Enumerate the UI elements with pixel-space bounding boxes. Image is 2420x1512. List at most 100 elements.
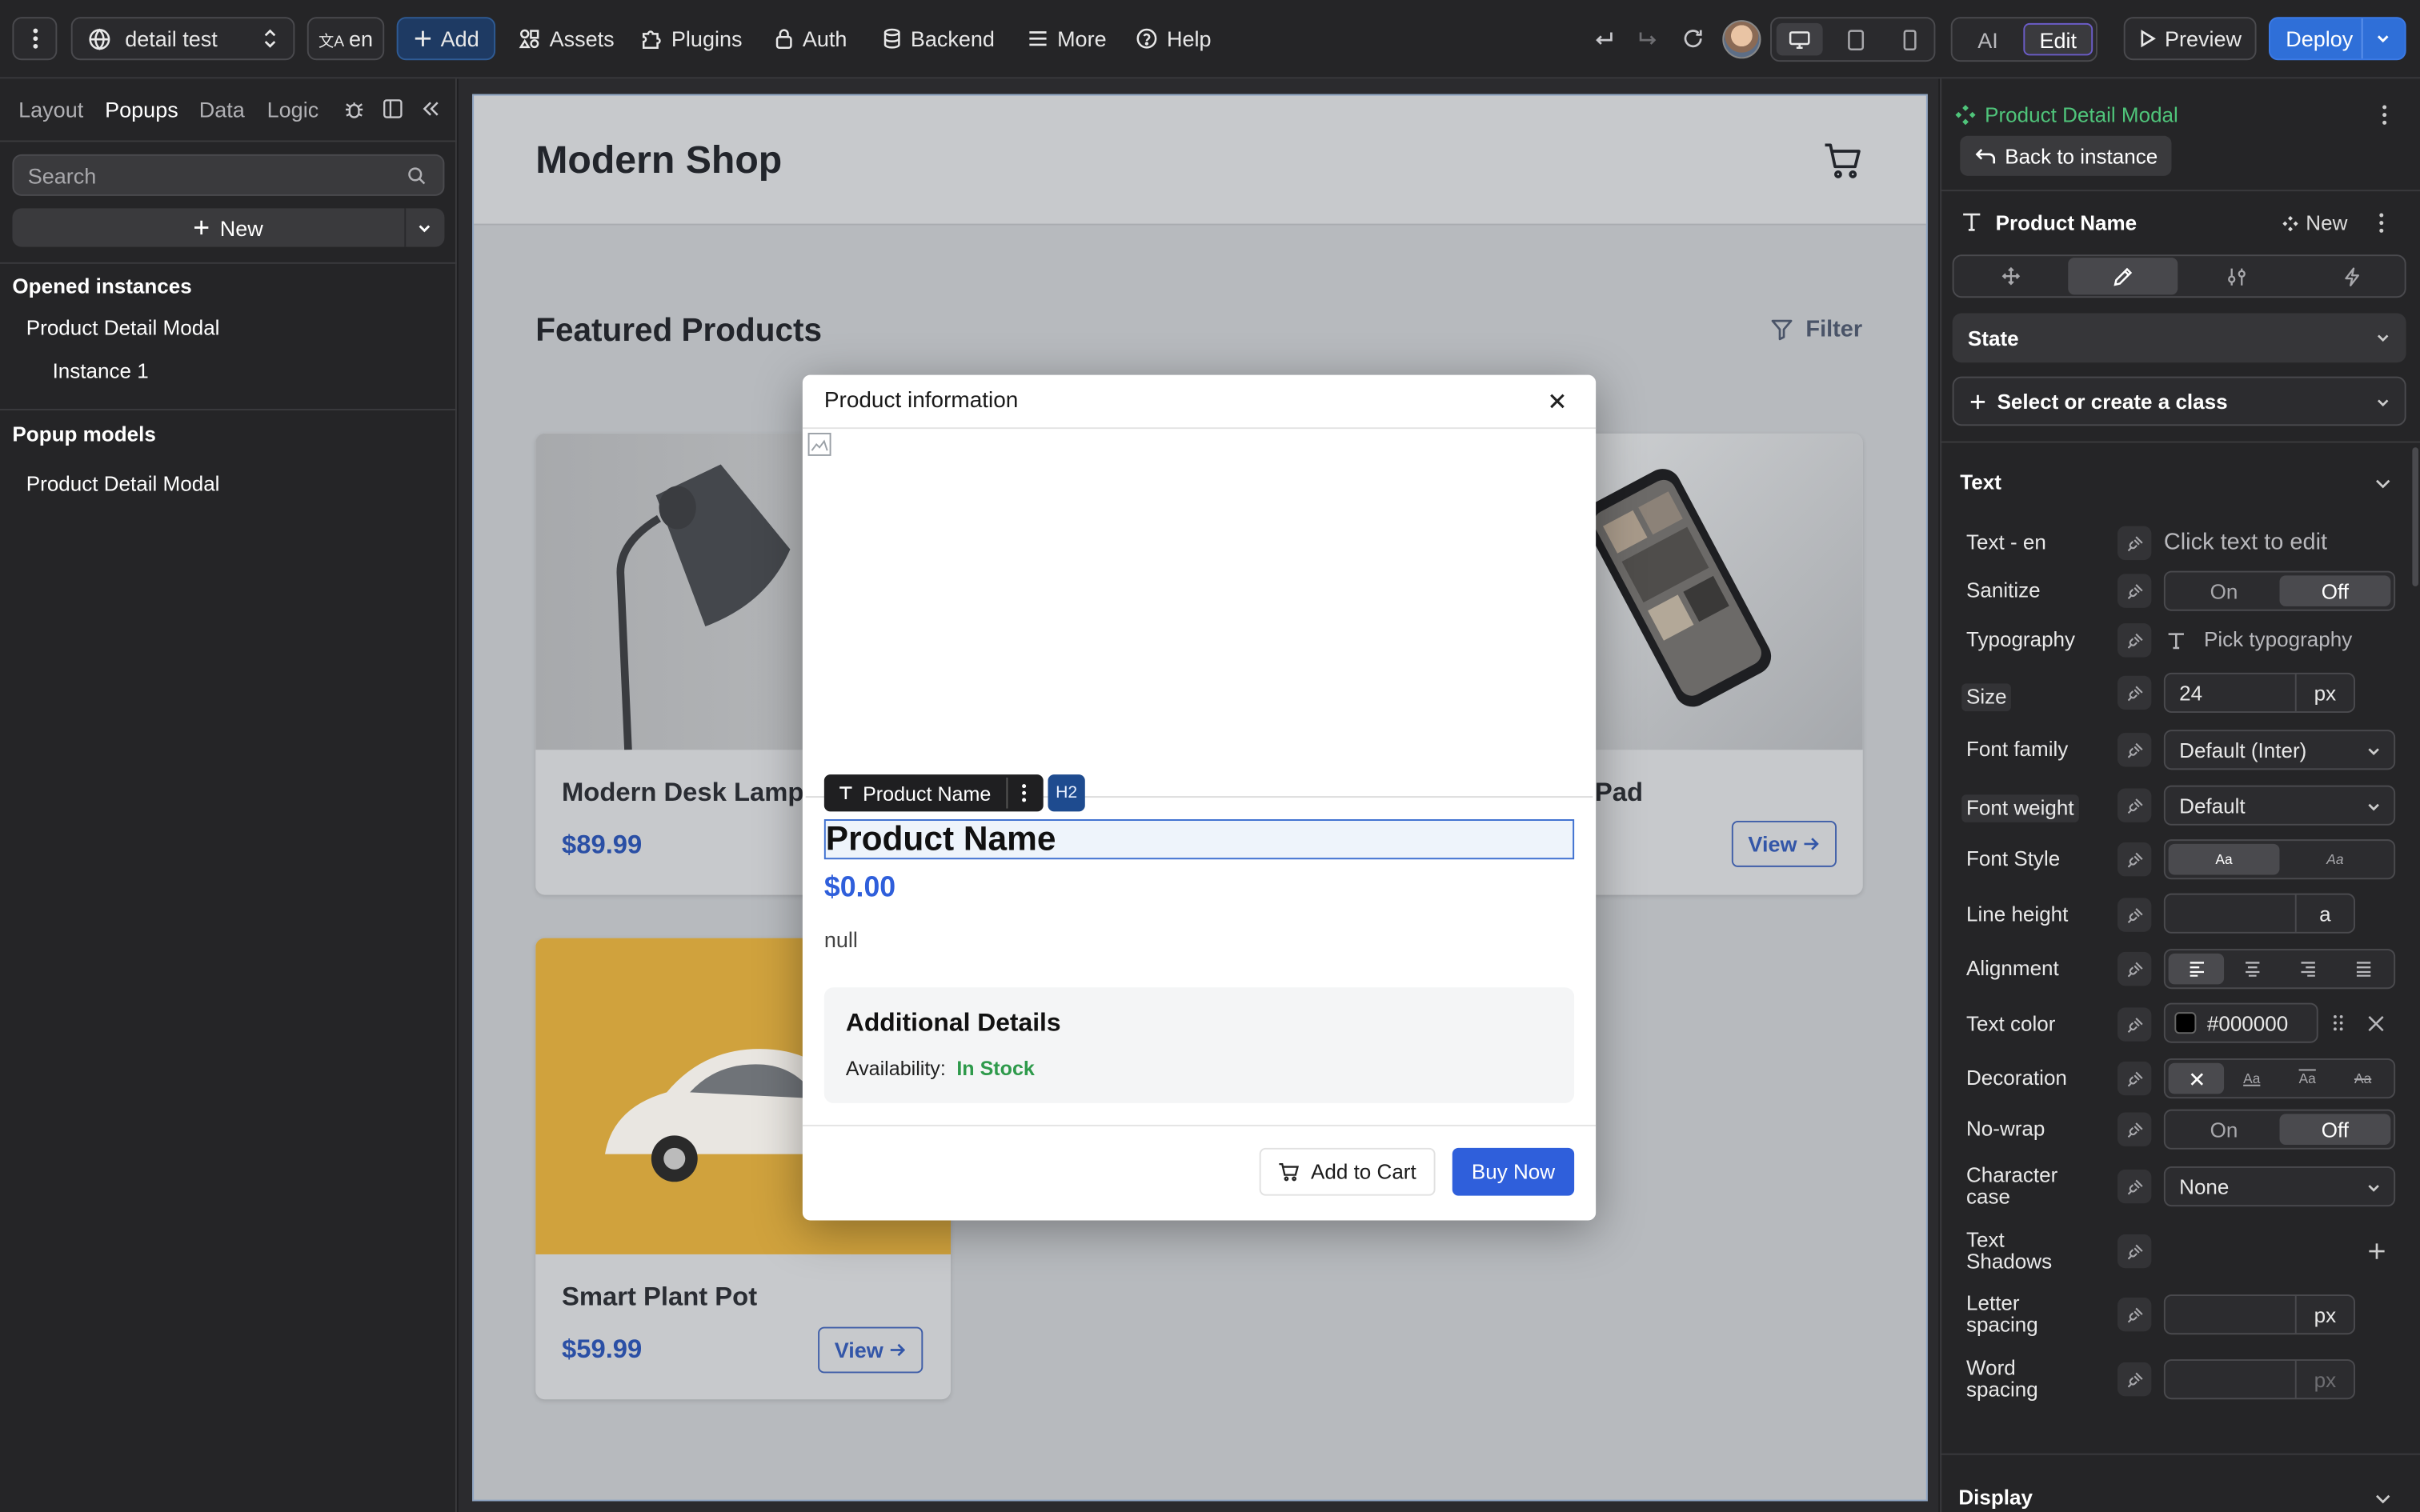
tab-style-props[interactable] bbox=[2068, 258, 2178, 295]
letter-spacing-input[interactable]: px bbox=[2163, 1294, 2355, 1335]
refresh-icon[interactable] bbox=[1682, 28, 1704, 50]
deploy-button[interactable]: Deploy bbox=[2268, 17, 2406, 61]
tab-data[interactable]: Data bbox=[199, 97, 245, 122]
decoration-underline[interactable]: Aa bbox=[2224, 1063, 2279, 1094]
binding-button[interactable] bbox=[2117, 526, 2152, 561]
tablet-view-button[interactable] bbox=[1833, 23, 1877, 55]
new-popup-button[interactable]: New bbox=[12, 208, 445, 247]
font-style-toggle[interactable]: Aa Aa bbox=[2163, 839, 2396, 880]
tab-popups[interactable]: Popups bbox=[105, 97, 178, 122]
binding-button[interactable] bbox=[2117, 788, 2152, 822]
list-item-instance[interactable]: Instance 1 bbox=[53, 359, 149, 382]
drag-handle-icon[interactable] bbox=[2332, 1014, 2344, 1032]
clear-icon[interactable] bbox=[2367, 1015, 2384, 1032]
binding-button[interactable] bbox=[2117, 733, 2152, 767]
product-name-heading[interactable]: Product Name bbox=[823, 819, 1575, 860]
undo-icon[interactable] bbox=[1593, 28, 1614, 50]
bug-icon[interactable] bbox=[344, 98, 364, 120]
binding-button[interactable] bbox=[2117, 1007, 2152, 1042]
tab-layout[interactable]: Layout bbox=[18, 97, 83, 122]
word-spacing-input[interactable]: px bbox=[2163, 1359, 2355, 1400]
binding-button[interactable] bbox=[2117, 675, 2152, 710]
binding-button[interactable] bbox=[2117, 1112, 2152, 1146]
tab-logic[interactable]: Logic bbox=[267, 97, 319, 122]
align-right-button[interactable] bbox=[2279, 954, 2334, 985]
redo-icon[interactable] bbox=[1637, 28, 1659, 50]
text-section-title[interactable]: Text bbox=[1960, 470, 2001, 494]
binding-button[interactable] bbox=[2117, 1362, 2152, 1397]
sanitize-off[interactable]: Off bbox=[2279, 575, 2391, 606]
desktop-view-button[interactable] bbox=[1776, 22, 1823, 56]
more-vertical-icon[interactable] bbox=[2382, 105, 2388, 125]
font-style-normal[interactable]: Aa bbox=[2168, 843, 2280, 875]
size-unit[interactable]: px bbox=[2294, 674, 2354, 712]
line-height-unit[interactable]: a bbox=[2294, 894, 2354, 932]
binding-button[interactable] bbox=[2117, 951, 2152, 986]
filter-button[interactable]: Filter bbox=[1770, 316, 1862, 342]
decoration-strikethrough[interactable]: Aa bbox=[2335, 1063, 2390, 1094]
class-select[interactable]: Select or create a class bbox=[1952, 376, 2406, 426]
assets-button[interactable]: Assets bbox=[519, 17, 615, 60]
sanitize-toggle[interactable]: On Off bbox=[2163, 570, 2396, 611]
more-vertical-icon[interactable] bbox=[2378, 213, 2385, 233]
state-select[interactable]: State bbox=[1952, 313, 2406, 363]
buy-now-button[interactable]: Buy Now bbox=[1452, 1147, 1575, 1196]
search-input[interactable]: Search bbox=[12, 154, 445, 196]
character-case-select[interactable]: None bbox=[2163, 1166, 2396, 1207]
more-vertical-icon[interactable] bbox=[1022, 784, 1027, 802]
tab-interactions-props[interactable] bbox=[2295, 256, 2408, 296]
chevron-down-icon[interactable] bbox=[417, 221, 432, 236]
main-menu-button[interactable] bbox=[12, 17, 58, 61]
font-style-italic[interactable]: Aa bbox=[2279, 844, 2390, 875]
size-input[interactable]: 24 px bbox=[2163, 672, 2355, 713]
project-selector[interactable]: detail test bbox=[70, 17, 295, 61]
text-en-input[interactable]: Click text to edit bbox=[2164, 529, 2327, 555]
list-item-opened-instance[interactable]: Product Detail Modal bbox=[26, 316, 220, 339]
close-icon[interactable] bbox=[1548, 392, 1566, 410]
backend-button[interactable]: Backend bbox=[883, 17, 995, 60]
binding-button[interactable] bbox=[2117, 1061, 2152, 1096]
decoration-none[interactable] bbox=[2168, 1062, 2225, 1094]
alignment-toggle[interactable] bbox=[2163, 949, 2396, 990]
no-wrap-toggle[interactable]: On Off bbox=[2163, 1109, 2396, 1150]
add-button[interactable]: Add bbox=[396, 17, 496, 61]
sanitize-on[interactable]: On bbox=[2169, 575, 2280, 606]
binding-button[interactable] bbox=[2117, 1169, 2152, 1204]
binding-button[interactable] bbox=[2117, 574, 2152, 608]
binding-button[interactable] bbox=[2117, 842, 2152, 877]
scrollbar[interactable] bbox=[2412, 447, 2419, 586]
element-selection-tag[interactable]: Product Name bbox=[823, 774, 1044, 812]
binding-button[interactable] bbox=[2117, 1234, 2152, 1269]
add-shadow-icon[interactable] bbox=[2367, 1242, 2386, 1260]
edit-mode-button[interactable]: Edit bbox=[2023, 22, 2093, 56]
chevron-down-icon[interactable] bbox=[2374, 474, 2392, 492]
word-spacing-unit[interactable]: px bbox=[2294, 1360, 2354, 1398]
plugins-button[interactable]: Plugins bbox=[640, 17, 742, 60]
list-item-popup-model[interactable]: Product Detail Modal bbox=[26, 472, 220, 495]
ai-mode-button[interactable]: AI bbox=[1957, 23, 2018, 55]
align-center-button[interactable] bbox=[2224, 954, 2279, 985]
chevron-down-icon[interactable] bbox=[2375, 31, 2390, 46]
decoration-overline[interactable]: Aa bbox=[2279, 1063, 2334, 1094]
font-weight-select[interactable]: Default bbox=[2163, 785, 2396, 826]
add-to-cart-button[interactable]: Add to Cart bbox=[1259, 1147, 1436, 1196]
tab-layout-props[interactable] bbox=[1954, 256, 2067, 296]
language-button[interactable]: 文A en bbox=[307, 17, 385, 61]
line-height-input[interactable]: a bbox=[2163, 893, 2355, 934]
text-color-input[interactable]: #000000 bbox=[2163, 1002, 2318, 1043]
display-section-title[interactable]: Display bbox=[1958, 1486, 2033, 1509]
align-left-button[interactable] bbox=[2168, 953, 2225, 985]
preview-button[interactable]: Preview bbox=[2123, 17, 2257, 61]
typography-picker[interactable]: Pick typography bbox=[2167, 628, 2352, 651]
auth-button[interactable]: Auth bbox=[775, 17, 847, 60]
chevron-down-icon[interactable] bbox=[2374, 1489, 2392, 1507]
color-swatch[interactable] bbox=[2174, 1012, 2197, 1034]
mobile-view-button[interactable] bbox=[1888, 23, 1931, 55]
avatar[interactable] bbox=[1722, 20, 1761, 59]
view-button[interactable]: View bbox=[818, 1326, 924, 1374]
new-component-button[interactable]: New bbox=[2282, 211, 2347, 234]
collapse-panel-icon[interactable] bbox=[421, 100, 439, 117]
letter-spacing-unit[interactable]: px bbox=[2294, 1295, 2354, 1334]
help-button[interactable]: Help bbox=[1136, 17, 1212, 60]
back-to-instance-button[interactable]: Back to instance bbox=[1960, 135, 2172, 176]
